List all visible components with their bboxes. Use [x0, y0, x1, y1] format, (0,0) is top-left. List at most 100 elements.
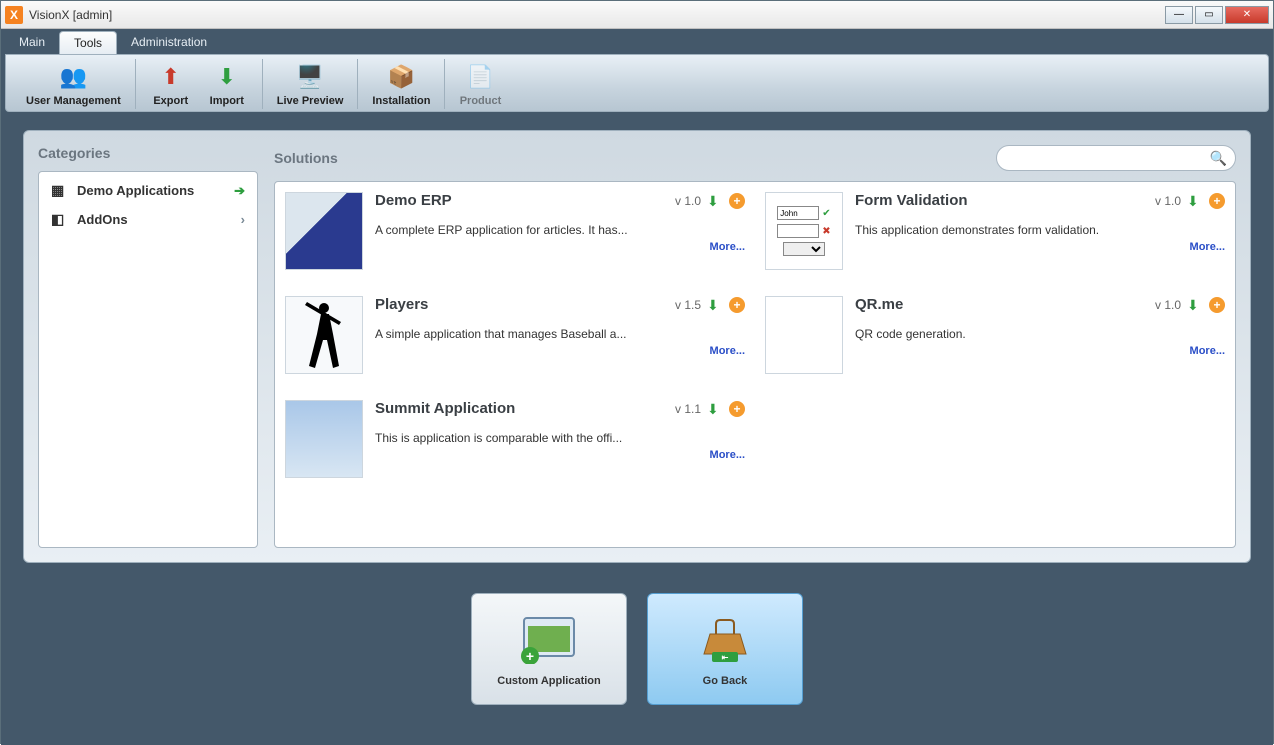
custom-app-icon: + — [519, 611, 579, 667]
app-icon: X — [5, 6, 23, 24]
add-icon[interactable]: + — [729, 193, 745, 209]
solution-title: Form Validation — [855, 192, 1149, 209]
check-icon: ✔ — [822, 208, 830, 219]
addon-icon: ◧ — [51, 211, 69, 228]
content-frame: Categories ▦ Demo Applications ➔ ◧ AddOn… — [23, 130, 1251, 723]
toolbar-label: User Management — [26, 95, 121, 107]
solution-version: v 1.5 — [675, 298, 701, 312]
categories-header: Categories — [38, 145, 258, 161]
categories-panel: Categories ▦ Demo Applications ➔ ◧ AddOn… — [38, 145, 258, 548]
solution-thumbnail — [285, 400, 363, 478]
go-back-icon: ⇤ — [695, 611, 755, 667]
button-label: Custom Application — [497, 675, 600, 687]
solution-demo-erp: Demo ERP v 1.0 ⬇ + A complete ERP applic… — [285, 192, 745, 292]
more-link[interactable]: More... — [1190, 241, 1225, 253]
download-icon[interactable]: ⬇ — [707, 401, 723, 417]
window-title: VisionX [admin] — [29, 8, 1165, 22]
toolbar-label: Import — [210, 95, 244, 107]
toolbar-label: Product — [460, 95, 502, 107]
tab-strip: Main Tools Administration — [5, 31, 1269, 54]
install-icon: 📦 — [385, 61, 417, 93]
category-addons[interactable]: ◧ AddOns › — [39, 205, 257, 234]
go-back-button[interactable]: ⇤ Go Back — [647, 593, 803, 705]
solution-thumbnail — [285, 192, 363, 270]
solution-description: This is application is comparable with t… — [375, 431, 745, 445]
window-controls: — ▭ ✕ — [1165, 6, 1269, 24]
solution-version: v 1.1 — [675, 402, 701, 416]
toolbar: 👥 User Management ⬆ Export ⬇ Import 🖥️ L… — [5, 54, 1269, 112]
preview-icon: 🖥️ — [294, 61, 326, 93]
export-button[interactable]: ⬆ Export — [146, 59, 196, 109]
svg-text:⇤: ⇤ — [722, 653, 729, 662]
solution-summit-application: Summit Application v 1.1 ⬇ + This is app… — [285, 400, 745, 500]
solution-version: v 1.0 — [1155, 194, 1181, 208]
product-button: 📄 Product — [455, 59, 505, 109]
tab-administration[interactable]: Administration — [117, 31, 221, 54]
sample-input — [777, 224, 819, 238]
more-link[interactable]: More... — [710, 449, 745, 461]
add-icon[interactable]: + — [1209, 193, 1225, 209]
download-icon[interactable]: ⬇ — [1187, 297, 1203, 313]
solutions-grid: Demo ERP v 1.0 ⬇ + A complete ERP applic… — [274, 181, 1236, 548]
solution-description: A simple application that manages Baseba… — [375, 327, 745, 341]
export-icon: ⬆ — [155, 61, 187, 93]
solutions-panel: Solutions 🔍 Demo ERP v 1.0 — [274, 145, 1236, 548]
custom-application-button[interactable]: + Custom Application — [471, 593, 627, 705]
solutions-header: Solutions — [274, 150, 996, 166]
bottom-actions: + Custom Application ⇤ Go Back — [23, 563, 1251, 723]
main-frame: Main Tools Administration 👥 User Managem… — [1, 29, 1273, 745]
chevron-right-icon: › — [241, 212, 245, 227]
category-label: Demo Applications — [77, 183, 194, 198]
categories-list: ▦ Demo Applications ➔ ◧ AddOns › — [38, 171, 258, 548]
solution-version: v 1.0 — [1155, 298, 1181, 312]
error-icon: ✖ — [822, 226, 830, 237]
more-link[interactable]: More... — [710, 345, 745, 357]
category-label: AddOns — [77, 212, 128, 227]
category-demo-applications[interactable]: ▦ Demo Applications ➔ — [39, 176, 257, 205]
search-box[interactable]: 🔍 — [996, 145, 1236, 171]
sample-select — [783, 242, 825, 256]
search-icon[interactable]: 🔍 — [1210, 150, 1227, 167]
solution-thumbnail — [765, 296, 843, 374]
installation-button[interactable]: 📦 Installation — [368, 59, 434, 109]
solution-title: Summit Application — [375, 400, 669, 417]
add-icon[interactable]: + — [729, 401, 745, 417]
content-panel: Categories ▦ Demo Applications ➔ ◧ AddOn… — [23, 130, 1251, 563]
user-management-button[interactable]: 👥 User Management — [22, 59, 125, 109]
solution-qr-me: QR.me v 1.0 ⬇ + QR code generation. More… — [765, 296, 1225, 396]
minimize-button[interactable]: — — [1165, 6, 1193, 24]
import-icon: ⬇ — [211, 61, 243, 93]
add-icon[interactable]: + — [729, 297, 745, 313]
import-button[interactable]: ⬇ Import — [202, 59, 252, 109]
button-label: Go Back — [703, 675, 748, 687]
download-icon[interactable]: ⬇ — [707, 297, 723, 313]
title-bar: X VisionX [admin] — ▭ ✕ — [1, 1, 1273, 29]
sample-input — [777, 206, 819, 220]
tab-tools[interactable]: Tools — [59, 31, 117, 54]
search-input[interactable] — [1005, 151, 1210, 165]
solution-title: Players — [375, 296, 669, 313]
solution-description: QR code generation. — [855, 327, 1225, 341]
add-icon[interactable]: + — [1209, 297, 1225, 313]
application-icon: ▦ — [51, 182, 69, 199]
close-button[interactable]: ✕ — [1225, 6, 1269, 24]
solution-thumbnail: ✔ ✖ — [765, 192, 843, 270]
users-icon: 👥 — [57, 61, 89, 93]
solution-title: Demo ERP — [375, 192, 669, 209]
download-icon[interactable]: ⬇ — [707, 193, 723, 209]
solution-title: QR.me — [855, 296, 1149, 313]
product-icon: 📄 — [464, 61, 496, 93]
solution-thumbnail — [285, 296, 363, 374]
baseball-player-icon — [299, 300, 349, 370]
maximize-button[interactable]: ▭ — [1195, 6, 1223, 24]
toolbar-label: Live Preview — [277, 95, 344, 107]
chevron-right-icon: ➔ — [234, 183, 245, 199]
live-preview-button[interactable]: 🖥️ Live Preview — [273, 59, 348, 109]
solution-players: Players v 1.5 ⬇ + A simple application t… — [285, 296, 745, 396]
toolbar-label: Export — [153, 95, 188, 107]
more-link[interactable]: More... — [710, 241, 745, 253]
tab-main[interactable]: Main — [5, 31, 59, 54]
download-icon[interactable]: ⬇ — [1187, 193, 1203, 209]
solution-description: A complete ERP application for articles.… — [375, 223, 745, 237]
more-link[interactable]: More... — [1190, 345, 1225, 357]
